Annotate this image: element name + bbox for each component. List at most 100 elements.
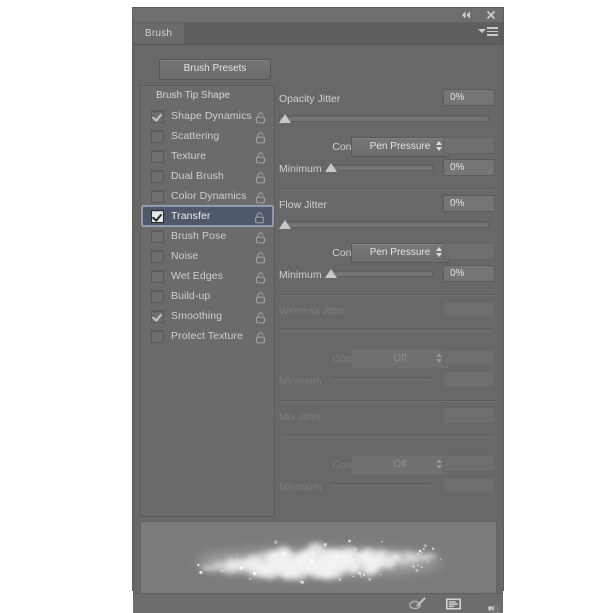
slider-thumb[interactable] [279, 114, 291, 123]
list-item[interactable]: Transfer [142, 206, 273, 226]
checkbox-unchecked-icon[interactable] [151, 189, 164, 203]
lock-open-icon[interactable] [255, 190, 266, 204]
slider-track [279, 115, 489, 122]
list-item-label: Transfer [171, 210, 211, 222]
checkbox-unchecked-icon[interactable] [151, 269, 164, 283]
checkbox-unchecked-icon[interactable] [151, 149, 164, 163]
flow-control-extra-box[interactable] [443, 243, 495, 260]
opacity-minimum-thumb[interactable] [325, 163, 337, 172]
mix-jitter-row: Mix Jitter [279, 407, 495, 429]
opacity-jitter-label: Opacity Jitter [279, 93, 341, 105]
list-item[interactable]: Smoothing [141, 306, 274, 326]
brush-presets-button[interactable]: Brush Presets [159, 59, 271, 80]
checkbox-unchecked-icon[interactable] [151, 329, 164, 343]
wetness-minimum-label: Minimum [279, 375, 322, 387]
transfer-controls: Opacity Jitter 0% Control: Pen Pressure [279, 89, 495, 499]
list-item[interactable]: Color Dynamics [141, 186, 274, 206]
lock-open-icon[interactable] [255, 230, 266, 244]
tab-brush[interactable]: Brush [133, 23, 185, 44]
list-item[interactable]: Scattering [141, 126, 274, 146]
list-item[interactable]: Wet Edges [141, 266, 274, 286]
lock-open-icon[interactable] [255, 150, 266, 164]
list-item-label: Dual Brush [171, 170, 224, 182]
brush-stroke-art [197, 536, 442, 584]
checkbox-unchecked-icon[interactable] [151, 289, 164, 303]
mix-minimum-row: Minimum [279, 477, 495, 499]
flow-jitter-row: Flow Jitter 0% [279, 195, 495, 217]
mix-minimum-label: Minimum [279, 481, 322, 493]
lock-open-icon[interactable] [254, 210, 265, 224]
list-item-label: Scattering [171, 130, 220, 142]
lock-open-icon[interactable] [255, 330, 266, 344]
flow-jitter-slider[interactable] [279, 217, 495, 232]
list-item[interactable]: Protect Texture [141, 326, 274, 346]
panel-body: Brush Presets Brush Tip Shape Shape Dyna… [133, 45, 503, 613]
flow-control-row: Control: Pen Pressure [279, 243, 495, 265]
list-item-label: Protect Texture [171, 330, 243, 342]
checkbox-checked-icon[interactable] [151, 309, 164, 323]
opacity-control-extra-box[interactable] [443, 137, 495, 154]
list-item[interactable]: Shape Dynamics [141, 106, 274, 126]
wetness-minimum-row: Minimum [279, 371, 495, 393]
wetness-minimum-track [329, 376, 433, 383]
divider [279, 400, 495, 402]
checkbox-unchecked-icon[interactable] [151, 129, 164, 143]
lock-open-icon[interactable] [255, 290, 266, 304]
flow-control-dropdown[interactable]: Pen Pressure [351, 243, 449, 263]
mix-control-value: Off [393, 459, 407, 470]
wetness-control-value: Off [393, 353, 407, 364]
list-item[interactable]: Dual Brush [141, 166, 274, 186]
chevron-down-icon [478, 29, 486, 34]
opacity-minimum-label: Minimum [279, 163, 322, 175]
list-item[interactable]: Brush Pose [141, 226, 274, 246]
lock-open-icon[interactable] [255, 250, 266, 264]
opacity-minimum-track[interactable] [329, 164, 433, 171]
wetness-jitter-label: Wetness Jitter [279, 305, 346, 317]
checkbox-unchecked-icon[interactable] [151, 249, 164, 263]
mix-jitter-label: Mix Jitter [279, 411, 321, 423]
opacity-control-row: Control: Pen Pressure [279, 137, 495, 159]
lock-open-icon[interactable] [255, 110, 266, 124]
lock-open-icon[interactable] [255, 310, 266, 324]
opacity-jitter-value[interactable]: 0% [443, 89, 495, 106]
stepper-arrows-icon [436, 141, 442, 151]
flow-minimum-value[interactable]: 0% [443, 265, 495, 282]
flow-minimum-row: Minimum 0% [279, 265, 495, 287]
list-item-label: Noise [171, 250, 199, 262]
create-brush-preset-icon[interactable] [408, 596, 428, 613]
resize-grip-icon[interactable] [490, 605, 500, 613]
panel-menu-icon[interactable] [478, 27, 498, 36]
flow-minimum-thumb[interactable] [325, 269, 337, 278]
list-item[interactable]: Noise [141, 246, 274, 266]
list-item-label: Texture [171, 150, 207, 162]
panel-tab-bar: Brush [133, 23, 503, 45]
close-icon[interactable] [485, 9, 497, 21]
opacity-jitter-slider[interactable] [279, 111, 495, 126]
flow-jitter-label: Flow Jitter [279, 199, 327, 211]
checkbox-checked-icon[interactable] [151, 209, 164, 223]
list-item[interactable]: Texture [141, 146, 274, 166]
lock-open-icon[interactable] [255, 270, 266, 284]
wetness-minimum-value [443, 371, 495, 388]
footer-icons [408, 596, 495, 613]
lock-open-icon[interactable] [255, 130, 266, 144]
flow-minimum-track[interactable] [329, 270, 433, 277]
titlebar-controls [460, 9, 497, 21]
brush-options-items: Shape Dynamics Scattering Texture Dual Brus… [141, 106, 274, 346]
opacity-minimum-value[interactable]: 0% [443, 159, 495, 176]
brush-tip-shape-header[interactable]: Brush Tip Shape [141, 86, 274, 106]
brush-panel: Brush Brush Presets Brush Tip Shape Shap… [133, 8, 503, 613]
list-item-label: Build-up [171, 290, 211, 302]
wetness-control-dropdown: Off [351, 349, 449, 369]
list-item[interactable]: Build-up [141, 286, 274, 306]
opacity-control-dropdown[interactable]: Pen Pressure [351, 137, 449, 157]
lock-open-icon[interactable] [255, 170, 266, 184]
flow-jitter-value[interactable]: 0% [443, 195, 495, 212]
checkbox-unchecked-icon[interactable] [151, 229, 164, 243]
list-item-label: Color Dynamics [171, 190, 247, 202]
checkbox-unchecked-icon[interactable] [151, 169, 164, 183]
collapse-double-arrow-icon[interactable] [460, 9, 472, 21]
toggle-brush-panel-icon[interactable] [445, 597, 462, 613]
checkbox-checked-icon[interactable] [151, 109, 164, 123]
slider-thumb[interactable] [279, 220, 291, 229]
